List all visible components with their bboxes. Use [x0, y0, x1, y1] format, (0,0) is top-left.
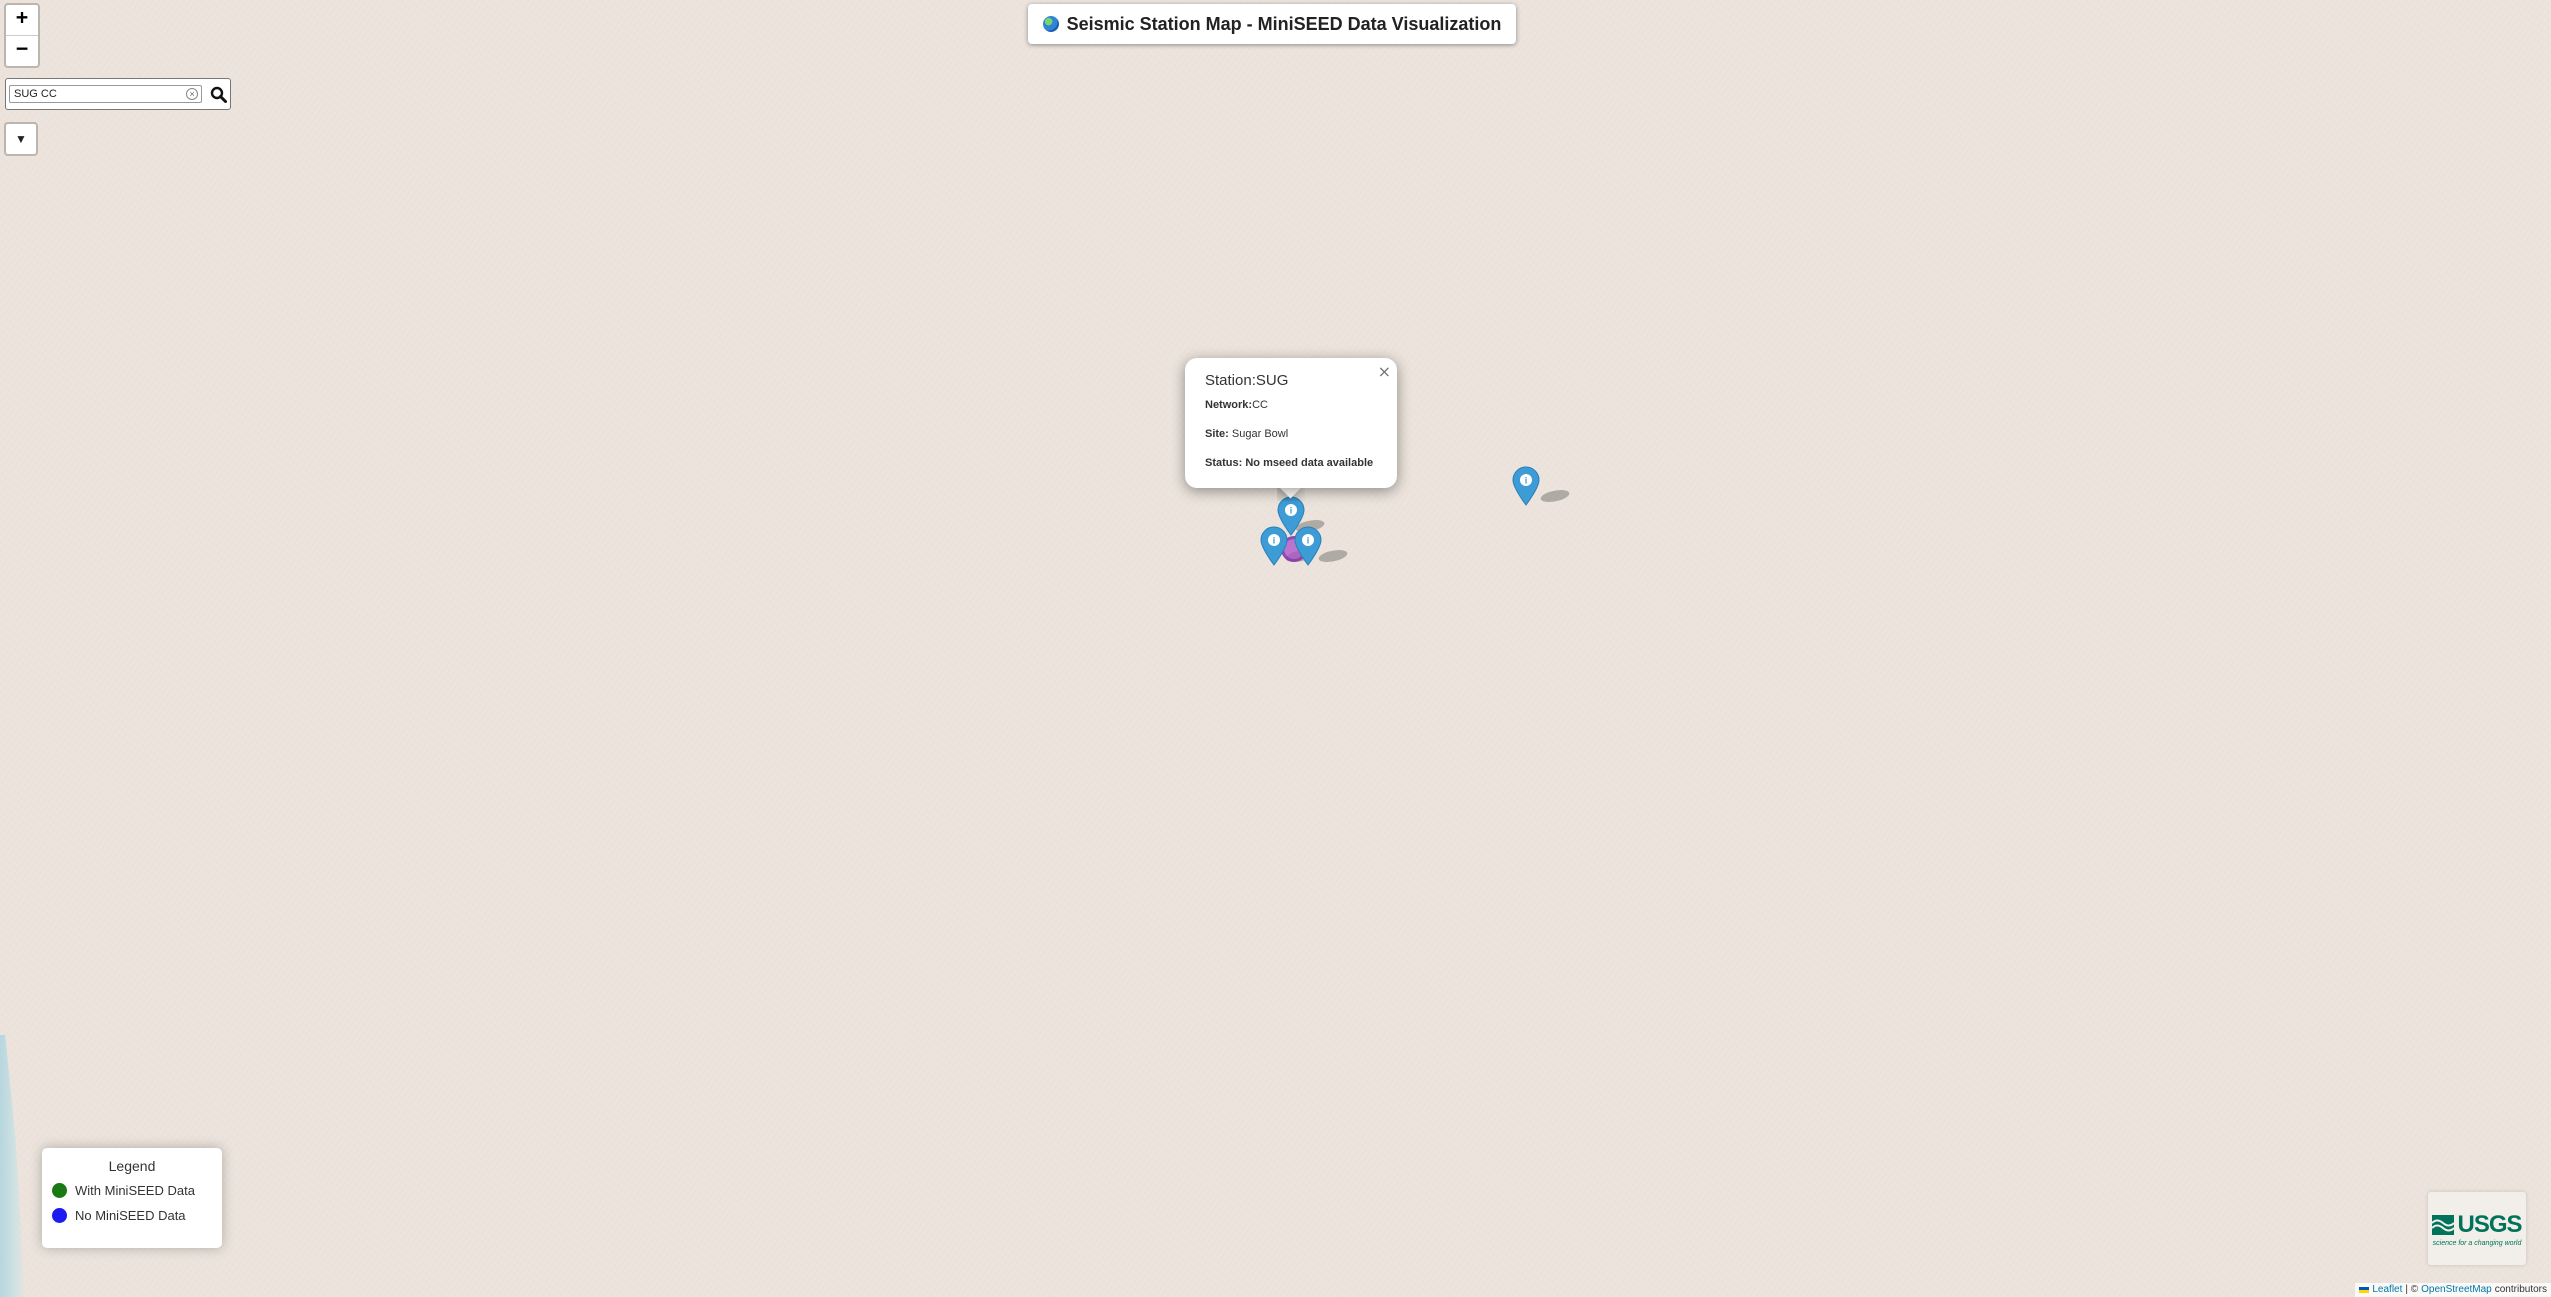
legend-title: Legend: [108, 1158, 156, 1174]
legend-item-with-data: With MiniSEED Data: [52, 1183, 212, 1198]
clear-icon[interactable]: ×: [186, 88, 199, 100]
popup-site: Site: Sugar Bowl: [1205, 428, 1377, 440]
popup-status-value: No mseed data available: [1245, 457, 1374, 469]
svg-text:i: i: [1290, 506, 1293, 516]
osm-link[interactable]: OpenStreetMap: [2421, 1283, 2492, 1297]
station-marker-right[interactable]: i: [1294, 526, 1322, 566]
filter-icon: ▼: [15, 132, 27, 146]
popup-network-label: Network:: [1205, 399, 1253, 411]
search-button[interactable]: [206, 82, 230, 106]
map-attribution: Leaflet | © OpenStreetMap contributors: [2355, 1283, 2551, 1297]
coastline: [0, 1035, 25, 1297]
popup-site-value: Sugar Bowl: [1231, 428, 1289, 440]
info-icon: i: [1294, 526, 1322, 566]
popup-station-label: Station:: [1205, 372, 1256, 389]
popup-status-label: Status:: [1205, 457, 1246, 469]
legend-item-label: With MiniSEED Data: [75, 1183, 195, 1198]
station-marker-east[interactable]: i: [1512, 466, 1540, 506]
leaflet-link[interactable]: Leaflet: [2372, 1283, 2402, 1297]
legend-swatch: [52, 1183, 67, 1198]
filter-button[interactable]: ▼: [4, 122, 38, 156]
usgs-tagline: science for a changing world: [2432, 1239, 2522, 1247]
search-input[interactable]: SUG CC ×: [9, 85, 203, 103]
info-icon: i: [1260, 526, 1288, 566]
legend-item-no-data: No MiniSEED Data: [52, 1208, 212, 1223]
map-title-text: Seismic Station Map - MiniSEED Data Visu…: [1066, 13, 1502, 34]
close-icon[interactable]: ×: [1378, 362, 1391, 381]
station-popup: × Station:SUG Network:CC Site: Sugar Bow…: [1185, 358, 1397, 488]
info-icon: i: [1512, 466, 1540, 506]
svg-text:i: i: [1307, 536, 1310, 546]
svg-text:i: i: [1525, 476, 1528, 486]
map-canvas[interactable]: [0, 0, 2551, 1297]
usgs-wave-icon: [2432, 1214, 2455, 1235]
popup-site-label: Site:: [1205, 428, 1232, 440]
station-marker-left[interactable]: i: [1260, 526, 1288, 566]
svg-text:i: i: [1273, 536, 1276, 546]
popup-status: Status: No mseed data available: [1205, 457, 1377, 469]
map-title: Seismic Station Map - MiniSEED Data Visu…: [1028, 4, 1516, 44]
usgs-logo-mark: USGS: [2432, 1210, 2523, 1239]
popup-tip: [1277, 487, 1305, 501]
usgs-logo-text: USGS: [2457, 1210, 2522, 1238]
usgs-logo: USGS science for a changing world: [2428, 1192, 2526, 1265]
legend-swatch: [52, 1208, 67, 1223]
attribution-separator: | ©: [2405, 1284, 2419, 1295]
legend-item-label: No MiniSEED Data: [75, 1208, 186, 1223]
attribution-suffix: contributors: [2494, 1284, 2547, 1295]
search-control: SUG CC ×: [5, 78, 231, 110]
popup-station-value: SUG: [1255, 372, 1289, 389]
zoom-out-button[interactable]: −: [6, 35, 38, 66]
popup-network: Network:CC: [1205, 399, 1377, 411]
zoom-control: + −: [4, 3, 40, 68]
legend: Legend With MiniSEED Data No MiniSEED Da…: [42, 1148, 222, 1248]
popup-network-value: CC: [1252, 399, 1268, 411]
globe-icon: [1042, 16, 1059, 32]
search-input-value: SUG CC: [14, 88, 57, 100]
zoom-in-button[interactable]: +: [6, 5, 38, 35]
search-icon: [210, 86, 227, 103]
ukraine-flag-icon: [2359, 1287, 2370, 1293]
popup-station: Station:SUG: [1205, 372, 1377, 389]
